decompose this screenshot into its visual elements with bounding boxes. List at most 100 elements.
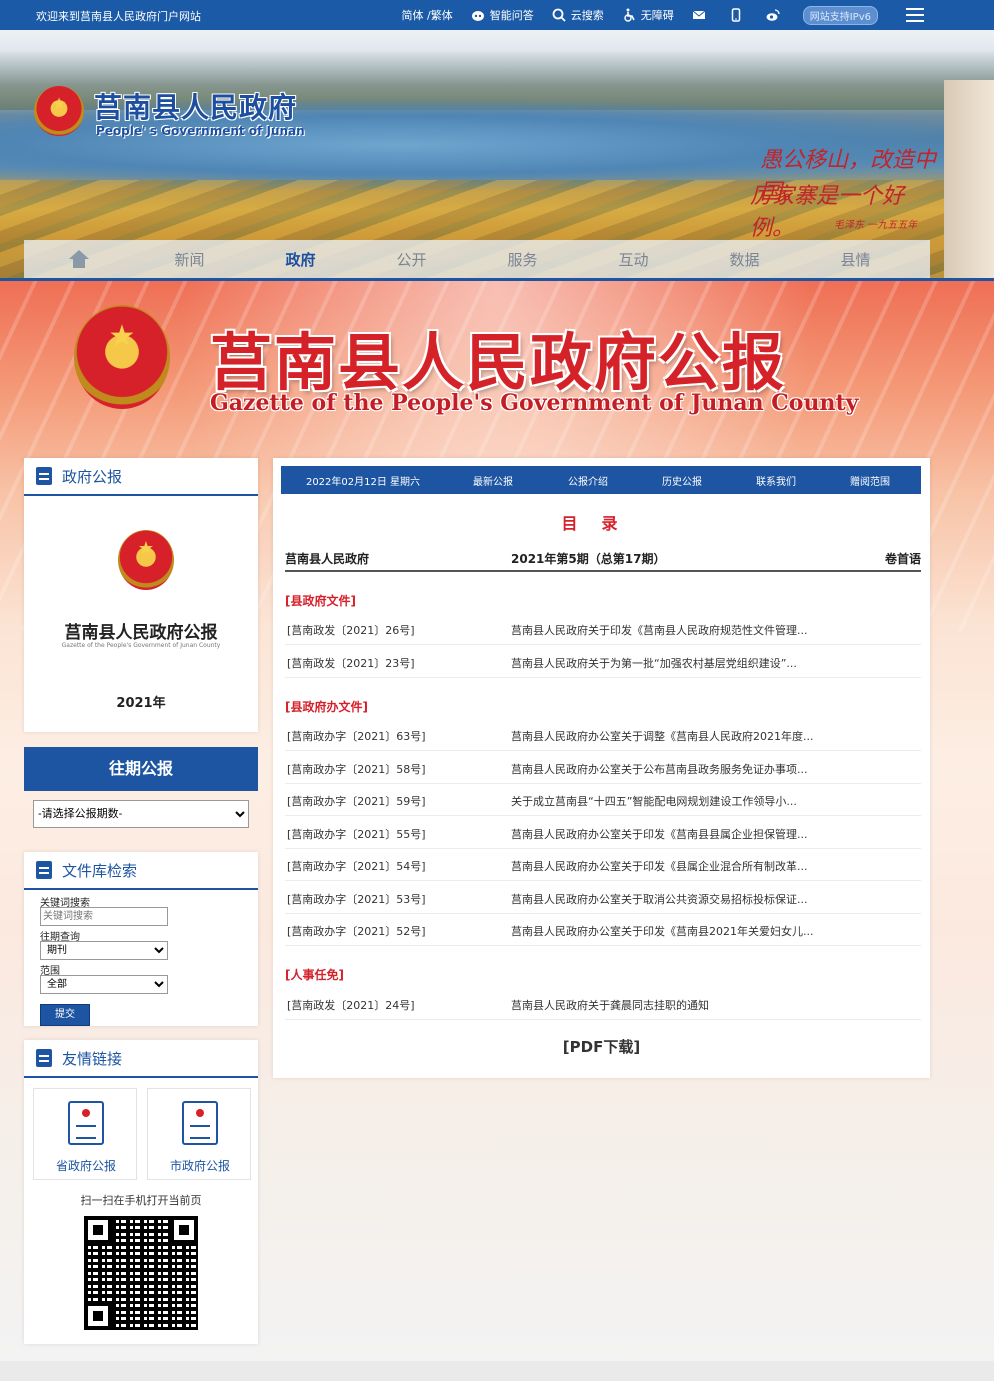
toc-row[interactable]: [莒南政发〔2021〕23号] 莒南县人民政府关于为第一批“加强农村基层党组织建… xyxy=(285,645,921,678)
tab-latest[interactable]: 最新公报 xyxy=(445,473,541,488)
main-nav: 新闻 政府 公开 服务 互动 数据 县情 xyxy=(24,240,930,278)
top-bar: 欢迎来到莒南县人民政府门户网站 简体 /繁体 智能问答 云搜索 无障碍 网站支持… xyxy=(0,0,994,30)
issue-number: 2021年第5期（总第17期） xyxy=(511,552,666,566)
cover-title-en: Gazette of the People's Government of Ju… xyxy=(61,642,221,649)
site-name[interactable]: 莒南县人民政府 xyxy=(94,86,297,126)
nav-item-service[interactable]: 服务 xyxy=(467,249,578,270)
nav-item-data[interactable]: 数据 xyxy=(689,249,800,270)
list-icon xyxy=(36,467,52,485)
doc-title[interactable]: 莒南县人民政府关于为第一批“加强农村基层党组织建设”... xyxy=(511,655,847,671)
link-province-label: 省政府公报 xyxy=(55,1159,116,1173)
toc-row[interactable]: [莒南政办字〔2021〕58号] 莒南县人民政府办公室关于公布莒南县政务服务免证… xyxy=(285,751,921,784)
accessibility-button[interactable]: 无障碍 xyxy=(622,7,674,23)
past-issues-select[interactable]: -请选择公报期数- xyxy=(33,800,249,828)
weibo-button[interactable] xyxy=(766,8,785,22)
mobile-button[interactable] xyxy=(729,8,748,22)
toc-tabs: 2022年02月12日 星期六 最新公报 公报介绍 历史公报 联系我们 赠阅范围 xyxy=(281,466,921,494)
bulletin-panel: 政府公报 莒南县人民政府公报 Gazette of the People's G… xyxy=(24,458,258,732)
toc-row[interactable]: [莒南政办字〔2021〕63号] 莒南县人民政府办公室关于调整《莒南县人民政府2… xyxy=(285,718,921,751)
banner-monument xyxy=(944,80,994,280)
links-panel: 友情链接 省政府公报 市政府公报 扫一扫在手机打开当前页 xyxy=(24,1040,258,1344)
doc-title[interactable]: 莒南县人民政府办公室关于公布莒南县政务服务免证办事项... xyxy=(511,761,847,777)
doc-search-title: 文件库检索 xyxy=(62,861,138,880)
mail-button[interactable] xyxy=(692,8,711,22)
doc-title[interactable]: 关于成立莒南县“十四五”智能配电网规划建设工作领导小... xyxy=(511,793,847,809)
keyword-input[interactable] xyxy=(40,907,168,926)
lang-switch[interactable]: 简体 /繁体 xyxy=(402,7,453,23)
calligraphy-signature: 毛泽东 一九五五年 xyxy=(834,220,918,231)
doc-title[interactable]: 莒南县人民政府关于龚晨同志挂职的通知 xyxy=(511,997,847,1013)
search-icon xyxy=(552,8,566,22)
mobile-icon xyxy=(731,8,740,22)
preface-link[interactable]: 卷首语 xyxy=(885,550,921,567)
home-icon xyxy=(69,250,89,268)
toc-panel: 2022年02月12日 星期六 最新公报 公报介绍 历史公报 联系我们 赠阅范围… xyxy=(273,458,930,1078)
past-issues-title: 往期公报 xyxy=(24,747,258,791)
toc-row[interactable]: [莒南政办字〔2021〕54号] 莒南县人民政府办公室关于印发《县属企业混合所有… xyxy=(285,848,921,881)
gazette-title-en: Gazette of the People's Government of Ju… xyxy=(210,390,859,416)
robot-icon xyxy=(471,11,484,21)
doc-title[interactable]: 莒南县人民政府办公室关于印发《县属企业混合所有制改革... xyxy=(511,858,847,874)
doc-title[interactable]: 莒南县人民政府关于印发《莒南县人民政府规范性文件管理... xyxy=(511,622,847,638)
doc-number: [莒南政办字〔2021〕52号] xyxy=(287,925,426,938)
qr-code xyxy=(84,1216,198,1330)
doc-number: [莒南政办字〔2021〕54号] xyxy=(287,860,426,873)
doc-number: [莒南政办字〔2021〕58号] xyxy=(287,763,426,776)
tab-history[interactable]: 历史公报 xyxy=(635,473,729,488)
link-city-label: 市政府公报 xyxy=(169,1159,230,1173)
toc-row[interactable]: [莒南政办字〔2021〕52号] 莒南县人民政府办公室关于印发《莒南县2021年… xyxy=(285,913,921,946)
toc-row[interactable]: [莒南政发〔2021〕24号] 莒南县人民政府关于龚晨同志挂职的通知 xyxy=(285,987,921,1020)
doc-title[interactable]: 莒南县人民政府办公室关于印发《莒南县县属企业担保管理... xyxy=(511,826,847,842)
footer-strip xyxy=(0,1361,994,1381)
document-icon xyxy=(68,1101,104,1145)
ai-qa-button[interactable]: 智能问答 xyxy=(471,7,534,23)
ipv6-badge: 网站支持IPv6 xyxy=(802,5,878,25)
section-title: [县政府办文件] xyxy=(285,700,368,714)
past-issues-panel: 往期公报 -请选择公报期数- xyxy=(24,747,258,839)
doc-number: [莒南政发〔2021〕23号] xyxy=(287,657,415,670)
doc-search-header: 文件库检索 xyxy=(24,852,258,890)
issuer: 莒南县人民政府 xyxy=(285,552,370,566)
menu-icon[interactable] xyxy=(906,8,924,22)
top-tools: 简体 /繁体 智能问答 云搜索 无障碍 网站支持IPv6 xyxy=(402,0,994,30)
period-select[interactable]: 期刊 xyxy=(40,941,168,960)
calligraphy-inscription: 愚公移山，改造中国。 厉家寨是一个好例。 毛泽东 一九五五年 xyxy=(750,142,940,241)
toc-row[interactable]: [莒南政办字〔2021〕53号] 莒南县人民政府办公室关于取消公共资源交易招标投… xyxy=(285,881,921,914)
doc-title[interactable]: 莒南县人民政府办公室关于印发《莒南县2021年关爱妇女儿... xyxy=(511,923,847,939)
nav-item-open[interactable]: 公开 xyxy=(356,249,467,270)
range-select[interactable]: 全部 xyxy=(40,975,168,994)
bulletin-panel-title: 政府公报 xyxy=(62,467,123,486)
link-province-gazette[interactable]: 省政府公报 xyxy=(33,1088,137,1180)
nav-home[interactable] xyxy=(24,250,134,268)
nav-item-county[interactable]: 县情 xyxy=(800,249,911,270)
national-emblem-icon[interactable] xyxy=(34,86,84,136)
cover-emblem-icon[interactable] xyxy=(118,530,174,590)
site-name-en: People' s Government of Junan xyxy=(96,124,305,138)
link-city-gazette[interactable]: 市政府公报 xyxy=(147,1088,251,1180)
submit-button[interactable]: 提交 xyxy=(40,1004,90,1026)
doc-number: [莒南政办字〔2021〕63号] xyxy=(287,730,426,743)
search-button[interactable]: 云搜索 xyxy=(552,7,604,23)
toc-row[interactable]: [莒南政办字〔2021〕55号] 莒南县人民政府办公室关于印发《莒南县县属企业担… xyxy=(285,816,921,849)
nav-item-government[interactable]: 政府 xyxy=(245,249,356,270)
doc-search-panel: 文件库检索 关键词搜索 往期查询 期刊 范围 全部 提交 xyxy=(24,852,258,1026)
doc-number: [莒南政办字〔2021〕59号] xyxy=(287,795,426,808)
nav-item-interact[interactable]: 互动 xyxy=(578,249,689,270)
cover-title[interactable]: 莒南县人民政府公报 xyxy=(24,618,258,643)
bulletin-panel-header: 政府公报 xyxy=(24,458,258,496)
pdf-download-link[interactable]: [PDF下载] xyxy=(273,1036,930,1057)
tab-contact[interactable]: 联系我们 xyxy=(729,473,823,488)
doc-title[interactable]: 莒南县人民政府办公室关于取消公共资源交易招标投标保证... xyxy=(511,891,847,907)
toc-row[interactable]: [莒南政办字〔2021〕59号] 关于成立莒南县“十四五”智能配电网规划建设工作… xyxy=(285,783,921,816)
nav-item-news[interactable]: 新闻 xyxy=(134,249,245,270)
toc-row[interactable]: [莒南政发〔2021〕26号] 莒南县人民政府关于印发《莒南县人民政府规范性文件… xyxy=(285,612,921,645)
cover-year: 2021年 xyxy=(116,696,166,711)
tab-distribution[interactable]: 赠阅范围 xyxy=(823,473,917,488)
welcome-text: 欢迎来到莒南县人民政府门户网站 xyxy=(36,10,201,23)
toc-heading: 目录 xyxy=(561,514,642,533)
mail-icon xyxy=(692,10,706,19)
gazette-emblem-icon xyxy=(74,305,170,409)
tab-intro[interactable]: 公报介绍 xyxy=(541,473,635,488)
doc-title[interactable]: 莒南县人民政府办公室关于调整《莒南县人民政府2021年度... xyxy=(511,728,847,744)
weibo-icon xyxy=(766,9,780,21)
